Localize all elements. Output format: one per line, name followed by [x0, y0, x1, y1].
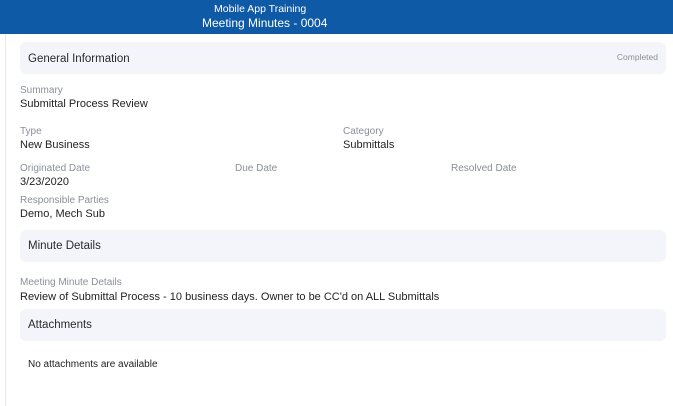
general-information-title: General Information [28, 53, 130, 65]
project-name: Mobile App Training [214, 3, 307, 15]
meeting-minutes-page: Mobile App Training Meeting Minutes - 00… [0, 0, 673, 406]
attachments-empty-message: No attachments are available [28, 359, 158, 370]
category-label: Category [343, 126, 384, 137]
app-header: Mobile App Training Meeting Minutes - 00… [0, 0, 673, 34]
due-date-label: Due Date [235, 163, 278, 174]
meeting-minute-details-label: Meeting Minute Details [20, 277, 122, 288]
summary-label: Summary [20, 85, 63, 96]
status-badge: Completed [616, 52, 658, 62]
side-divider [5, 34, 6, 406]
minute-details-section[interactable]: Minute Details [20, 230, 666, 262]
page-title: Meeting Minutes - 0004 [202, 16, 328, 30]
meeting-minute-details-value: Review of Submittal Process - 10 busines… [20, 291, 440, 303]
responsible-parties-label: Responsible Parties [20, 195, 109, 206]
attachments-section[interactable]: Attachments [20, 309, 666, 341]
general-information-section[interactable]: General Information Completed [20, 42, 666, 74]
category-value: Submittals [343, 139, 395, 151]
originated-date-label: Originated Date [20, 163, 91, 174]
type-value: New Business [20, 139, 90, 151]
attachments-title: Attachments [28, 319, 92, 331]
responsible-parties-value: Demo, Mech Sub [20, 208, 105, 220]
minute-details-title: Minute Details [28, 240, 101, 252]
resolved-date-label: Resolved Date [451, 163, 517, 174]
originated-date-value: 3/23/2020 [20, 176, 69, 188]
type-label: Type [20, 126, 42, 137]
summary-value: Submittal Process Review [20, 98, 148, 110]
